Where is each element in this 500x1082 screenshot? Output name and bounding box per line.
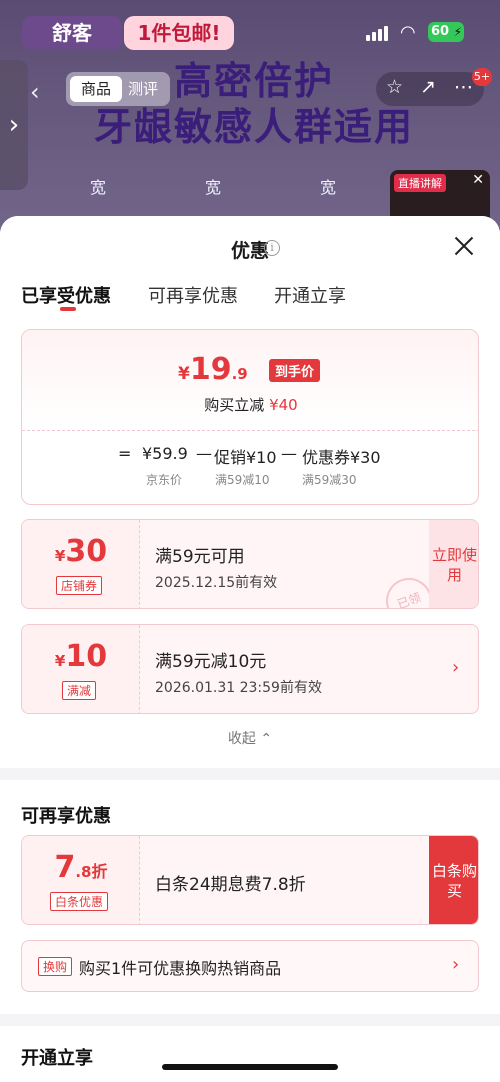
coupon-value-block: ¥10 满减 — [22, 625, 140, 713]
baitiao-offer-card[interactable]: 7.8折 白条优惠 白条24期息费7.8折 白条购买 — [21, 835, 479, 925]
coupon-amount: ¥30 — [54, 534, 108, 569]
top-action-group: ☆ ↗ ⋯ — [376, 72, 484, 106]
hero-subheadline: 牙龈敏感人群适用 — [93, 105, 414, 149]
sheet-title: 优惠 — [230, 240, 269, 262]
formula-base-price: ¥59.9 — [142, 444, 188, 463]
favorite-star-icon[interactable]: ☆ — [386, 76, 403, 98]
chevron-right-icon[interactable]: › — [452, 954, 459, 975]
active-tab-indicator — [60, 307, 76, 311]
info-icon[interactable]: i — [264, 240, 280, 256]
live-label: 直播讲解 — [394, 174, 446, 192]
base-price-label: 京东价 — [146, 473, 183, 487]
live-close-icon[interactable]: ✕ — [472, 172, 484, 188]
more-icon[interactable]: ⋯ — [454, 76, 473, 98]
coupon-type-badge: 白条优惠 — [50, 892, 109, 911]
formula-coupon: 优惠券¥30 — [302, 448, 381, 467]
swap-badge: 换购 — [38, 957, 73, 976]
formula-equals: = — [118, 444, 132, 463]
use-now-button[interactable]: 立即使用 — [429, 520, 478, 608]
open-membership-section: 开通立享 — [0, 1026, 500, 1082]
coupon-title: 白条24期息费7.8折 — [155, 875, 306, 895]
product-nav-tabs: 商品 测评 — [66, 72, 170, 106]
coupon-title: 满59元减10元 — [155, 652, 267, 672]
promo-tag: 1件包邮! — [124, 16, 234, 50]
charging-icon: ⚡ — [453, 25, 462, 39]
side-drawer-handle[interactable]: › — [0, 60, 28, 190]
tab-enjoyed-offers[interactable]: 已享受优惠 — [21, 282, 111, 308]
coupon-validity: 2026.01.31 23:59前有效 — [155, 680, 322, 696]
coupon-value-block: 7.8折 白条优惠 — [22, 836, 140, 924]
collapse-button[interactable]: 收起 ⌃ — [0, 728, 500, 748]
store-coupon-card[interactable]: ¥30 店铺券 满59元可用 2025.12.15前有效 已领 立即使用 — [21, 519, 479, 609]
price-summary-card: ¥19.9 到手价 购买立减 ¥40 = ¥59.9 — 促销¥10 — 优惠券… — [21, 329, 479, 505]
battery-indicator: 60 ⚡ — [428, 22, 464, 42]
formula-minus: — — [281, 444, 297, 463]
message-badge: 5+ — [472, 68, 492, 86]
chevron-right-icon[interactable]: › — [452, 657, 459, 678]
product-page-background: 高密倍护 牙龈敏感人群适用 舒客 1件包邮! ◠ 60 ⚡ ‹ 商品 测评 ☆ … — [0, 0, 500, 240]
wifi-icon: ◠ — [400, 22, 416, 43]
coupon-type-badge: 店铺券 — [56, 576, 103, 595]
section-title: 可再享优惠 — [21, 806, 111, 827]
coupon-type-badge: 满减 — [62, 681, 97, 700]
discount-promo-card[interactable]: ¥10 满减 满59元减10元 2026.01.31 23:59前有效 › — [21, 624, 479, 714]
tab-more-offers[interactable]: 可再享优惠 — [148, 282, 238, 308]
final-price: ¥19.9 — [178, 352, 248, 387]
tab-review[interactable]: 测评 — [128, 72, 158, 106]
swap-offer-card[interactable]: 换购 购买1件可优惠换购热销商品 › — [21, 940, 479, 992]
back-arrow-icon[interactable]: ‹ — [30, 78, 40, 106]
final-price-tag: 到手价 — [269, 359, 321, 382]
formula-minus: — — [196, 444, 212, 463]
tab-product[interactable]: 商品 — [70, 76, 122, 102]
signal-icon — [366, 25, 392, 41]
swap-text: 购买1件可优惠换购热销商品 — [79, 959, 282, 978]
coupon-validity: 2025.12.15前有效 — [155, 575, 278, 591]
close-button[interactable] — [452, 234, 476, 258]
share-icon[interactable]: ↗ — [420, 76, 436, 98]
coupon-divider — [139, 520, 140, 608]
brand-logo: 舒客 — [22, 16, 122, 50]
divider — [22, 430, 478, 431]
coupon-title: 满59元可用 — [155, 547, 245, 567]
formula-promo: 促销¥10 — [214, 448, 277, 467]
coupon-label: 满59减30 — [302, 473, 357, 487]
status-bar: 舒客 1件包邮! ◠ 60 ⚡ — [0, 0, 500, 62]
coupon-value-block: ¥30 店铺券 — [22, 520, 140, 608]
saving-text: 购买立减 ¥40 — [204, 396, 298, 414]
tab-open-membership[interactable]: 开通立享 — [274, 282, 346, 308]
home-indicator[interactable] — [162, 1064, 338, 1070]
baitiao-buy-button[interactable]: 白条购买 — [429, 836, 478, 924]
coupon-amount: ¥10 — [54, 639, 108, 674]
coupon-divider — [139, 625, 140, 713]
section-title: 开通立享 — [21, 1048, 93, 1069]
enjoyed-offers-panel: 优惠 i 已享受优惠 可再享优惠 开通立享 ¥19.9 到手价 购买立减 ¥40… — [0, 216, 500, 768]
summary-header — [22, 330, 478, 430]
promo-label: 满59减10 — [215, 473, 270, 487]
coupon-divider — [139, 836, 140, 924]
battery-level: 60 — [431, 24, 450, 39]
discount-rate: 7.8折 — [54, 850, 108, 885]
discount-sheet: 优惠 i 已享受优惠 可再享优惠 开通立享 ¥19.9 到手价 购买立减 ¥40… — [0, 216, 500, 1082]
more-offers-section: 可再享优惠 7.8折 白条优惠 白条24期息费7.8折 白条购买 换购 购买1件… — [0, 780, 500, 1014]
